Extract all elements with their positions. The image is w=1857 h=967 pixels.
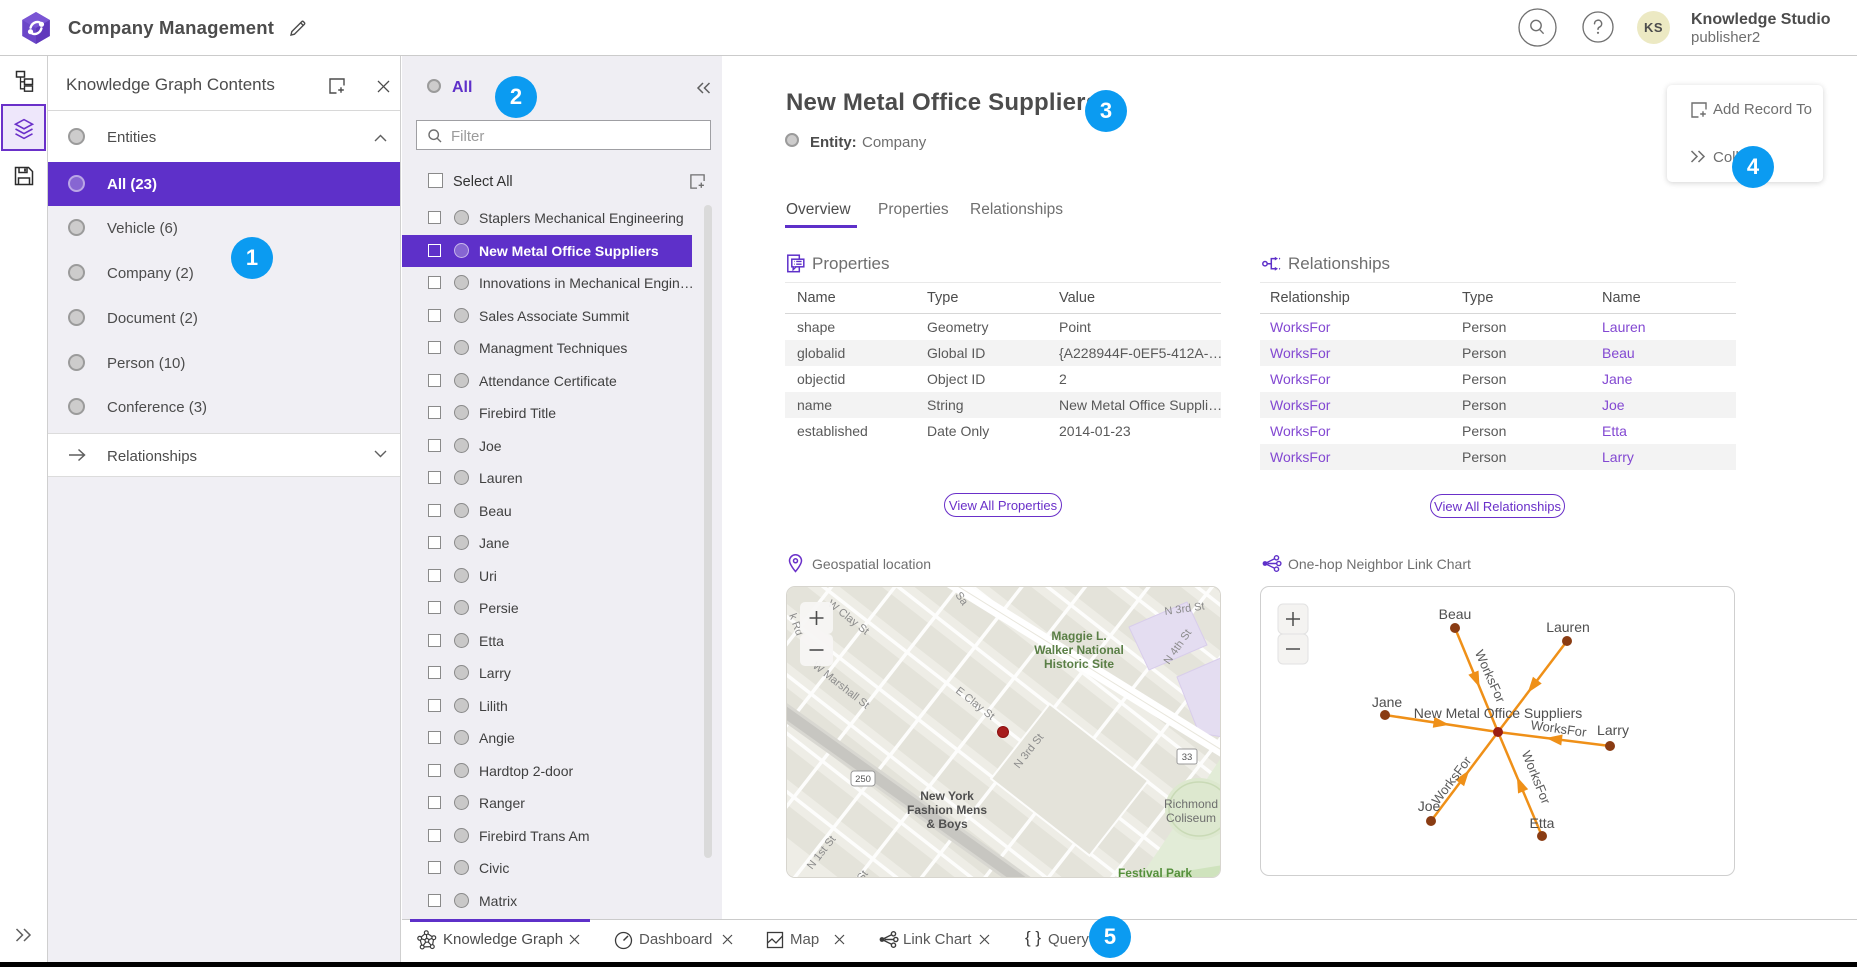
svg-text:Larry: Larry xyxy=(1597,722,1629,738)
svg-text:Lauren: Lauren xyxy=(1546,619,1590,635)
svg-text:Coliseum: Coliseum xyxy=(1166,811,1216,825)
svg-text:250: 250 xyxy=(855,774,871,785)
svg-text:WorksFor: WorksFor xyxy=(1429,753,1475,807)
svg-text:33: 33 xyxy=(1182,752,1193,763)
svg-text:WorksFor: WorksFor xyxy=(1519,748,1554,806)
svg-text:Beau: Beau xyxy=(1439,606,1472,622)
svg-text:Festival Park: Festival Park xyxy=(1118,866,1192,878)
svg-text:New York: New York xyxy=(920,789,974,803)
svg-text:& Boys: & Boys xyxy=(926,817,968,831)
svg-text:Jane: Jane xyxy=(1372,694,1403,710)
svg-text:Fashion Mens: Fashion Mens xyxy=(907,803,987,817)
svg-text:Maggie L.: Maggie L. xyxy=(1051,629,1106,643)
svg-text:Walker National: Walker National xyxy=(1034,643,1124,657)
svg-text:Historic Site: Historic Site xyxy=(1044,657,1114,671)
svg-text:Richmond: Richmond xyxy=(1164,797,1218,811)
svg-text:New Metal Office Suppliers: New Metal Office Suppliers xyxy=(1414,705,1583,721)
svg-text:Etta: Etta xyxy=(1530,815,1555,831)
